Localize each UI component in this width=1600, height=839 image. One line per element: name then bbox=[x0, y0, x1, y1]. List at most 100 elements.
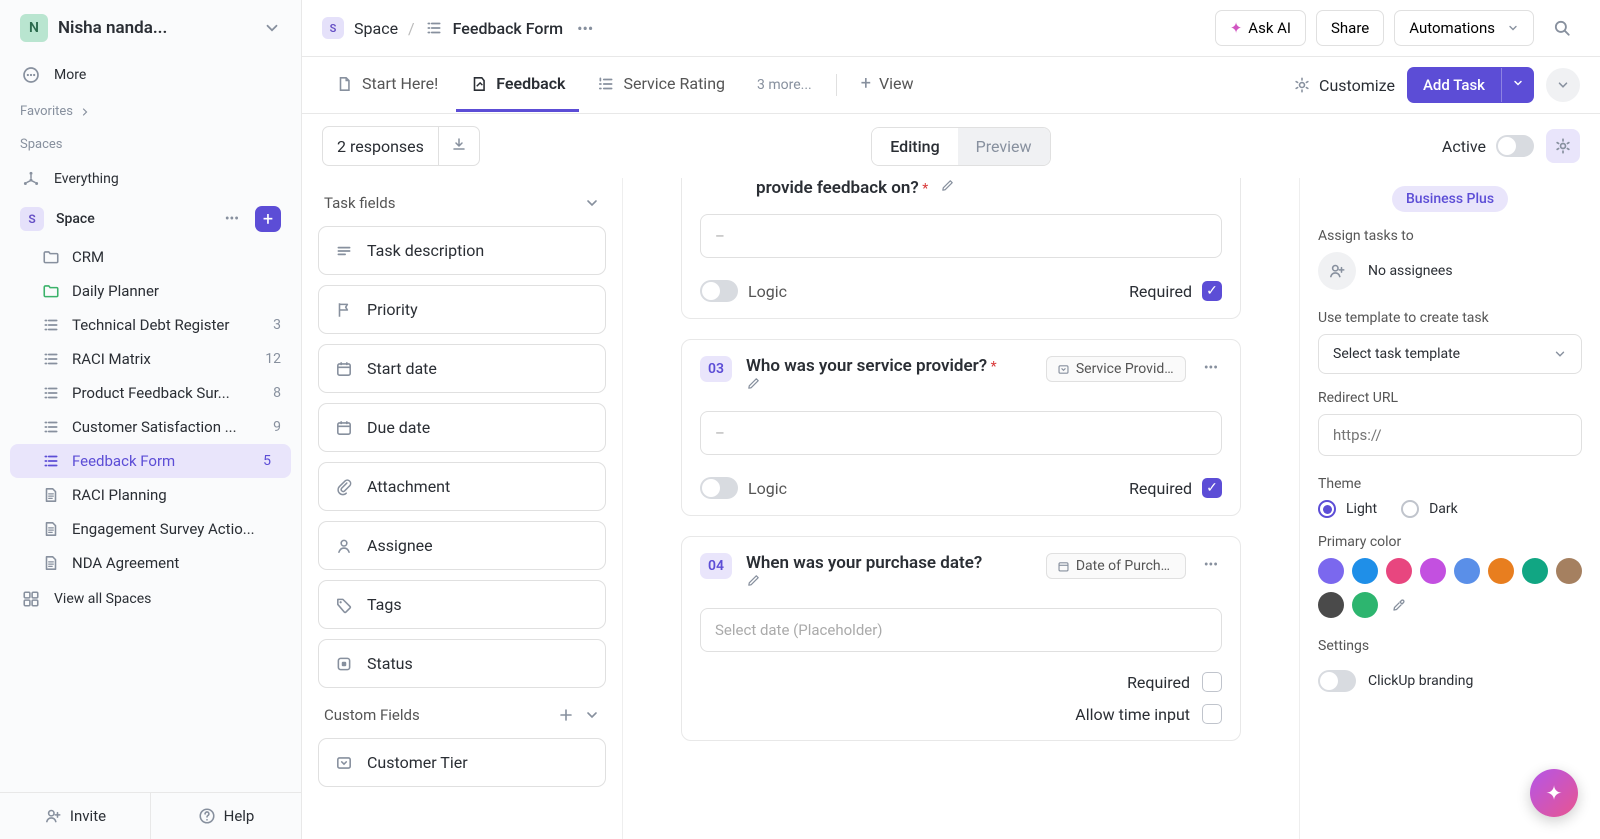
question-block[interactable]: provide feedback on? * – Logic Required … bbox=[681, 178, 1241, 319]
search-button[interactable] bbox=[1544, 10, 1580, 46]
field-priority[interactable]: Priority bbox=[318, 285, 606, 334]
sidebar-item-daily-planner[interactable]: Daily Planner bbox=[0, 274, 301, 308]
add-task-button[interactable]: Add Task bbox=[1407, 67, 1534, 103]
field-task-description[interactable]: Task description bbox=[318, 226, 606, 275]
redirect-label: Redirect URL bbox=[1318, 390, 1582, 406]
tree-item-label: Product Feedback Sur... bbox=[72, 384, 261, 402]
ai-fab-button[interactable]: ✦ bbox=[1530, 769, 1578, 817]
custom-fields-header[interactable]: Custom Fields bbox=[318, 698, 606, 738]
question-menu[interactable]: ••• bbox=[1200, 356, 1222, 380]
breadcrumb-space-chip[interactable]: S bbox=[322, 17, 344, 39]
field-due-date[interactable]: Due date bbox=[318, 403, 606, 452]
help-button[interactable]: Help bbox=[150, 793, 301, 839]
field-start-date[interactable]: Start date bbox=[318, 344, 606, 393]
tree-item-label: Technical Debt Register bbox=[72, 316, 261, 334]
color-swatch[interactable] bbox=[1556, 558, 1582, 584]
color-swatch[interactable] bbox=[1386, 558, 1412, 584]
required-indicator: * bbox=[991, 359, 997, 375]
customize-button[interactable]: Customize bbox=[1293, 76, 1395, 95]
field-tags[interactable]: Tags bbox=[318, 580, 606, 629]
tab-start-here[interactable]: Start Here! bbox=[322, 58, 452, 112]
edit-title-button[interactable] bbox=[746, 576, 761, 592]
custom-color-picker[interactable] bbox=[1386, 592, 1412, 618]
sidebar-item-engagement-survey[interactable]: Engagement Survey Actio... bbox=[0, 512, 301, 546]
sidebar-item-raci-matrix[interactable]: RACI Matrix 12 bbox=[0, 342, 301, 376]
sidebar-item-raci-planning[interactable]: RACI Planning bbox=[0, 478, 301, 512]
sidebar-item-feedback-form[interactable]: Feedback Form 5 bbox=[10, 444, 291, 478]
field-customer-tier[interactable]: Customer Tier bbox=[318, 738, 606, 787]
space-options[interactable]: ••• bbox=[221, 207, 243, 231]
view-overflow-menu[interactable] bbox=[1546, 68, 1580, 102]
redirect-url-input[interactable] bbox=[1318, 414, 1582, 456]
theme-dark-option[interactable]: Dark bbox=[1401, 500, 1458, 518]
branding-setting: ClickUp branding bbox=[1318, 662, 1582, 700]
space-add-button[interactable]: + bbox=[255, 206, 281, 232]
workspace-switcher[interactable]: N Nisha nanda... bbox=[0, 0, 301, 56]
sidebar-more[interactable]: More bbox=[0, 56, 301, 94]
required-checkbox[interactable]: ✓ bbox=[1202, 478, 1222, 498]
required-checkbox[interactable] bbox=[1202, 672, 1222, 692]
question-block[interactable]: 04 When was your purchase date? Date of … bbox=[681, 536, 1241, 741]
preview-tab[interactable]: Preview bbox=[958, 128, 1050, 165]
color-swatch[interactable] bbox=[1318, 592, 1344, 618]
color-swatch[interactable] bbox=[1454, 558, 1480, 584]
edit-title-button[interactable] bbox=[940, 181, 955, 197]
active-switch[interactable] bbox=[1496, 135, 1534, 157]
editing-tab[interactable]: Editing bbox=[872, 128, 957, 165]
sidebar-item-customer-sat[interactable]: Customer Satisfaction ... 9 bbox=[0, 410, 301, 444]
template-select[interactable]: Select task template bbox=[1318, 334, 1582, 374]
sidebar-item-product-feedback[interactable]: Product Feedback Sur... 8 bbox=[0, 376, 301, 410]
sidebar-item-crm[interactable]: CRM bbox=[0, 240, 301, 274]
task-fields-header[interactable]: Task fields bbox=[318, 186, 606, 226]
tree-item-label: Engagement Survey Actio... bbox=[72, 520, 281, 538]
share-button[interactable]: Share bbox=[1316, 10, 1384, 46]
add-assignee-button[interactable] bbox=[1318, 252, 1356, 290]
question-block[interactable]: 03 Who was your service provider? * Serv… bbox=[681, 339, 1241, 516]
field-status[interactable]: Status bbox=[318, 639, 606, 688]
color-swatch[interactable] bbox=[1420, 558, 1446, 584]
field-attachment[interactable]: Attachment bbox=[318, 462, 606, 511]
required-checkbox[interactable]: ✓ bbox=[1202, 281, 1222, 301]
space-header[interactable]: S Space ••• + bbox=[0, 198, 301, 240]
favorites-section[interactable]: Favorites bbox=[0, 94, 301, 125]
tab-service-rating[interactable]: Service Rating bbox=[583, 58, 739, 112]
add-task-dropdown[interactable] bbox=[1501, 68, 1534, 102]
color-swatch[interactable] bbox=[1522, 558, 1548, 584]
breadcrumb-page[interactable]: Feedback Form bbox=[453, 19, 563, 38]
branding-toggle[interactable] bbox=[1318, 670, 1356, 692]
plus-icon[interactable] bbox=[558, 707, 574, 723]
color-swatch[interactable] bbox=[1488, 558, 1514, 584]
color-swatch[interactable] bbox=[1352, 558, 1378, 584]
view-all-spaces[interactable]: View all Spaces bbox=[0, 580, 301, 618]
field-type-badge[interactable]: Service Provider bbox=[1046, 356, 1186, 382]
color-swatch[interactable] bbox=[1318, 558, 1344, 584]
responses-badge[interactable]: 2 responses bbox=[322, 126, 480, 166]
logic-toggle[interactable] bbox=[700, 477, 738, 499]
calendar-icon bbox=[335, 360, 353, 378]
breadcrumb-options[interactable]: ••• bbox=[573, 15, 597, 42]
breadcrumb-space[interactable]: Space bbox=[354, 19, 398, 38]
form-canvas: provide feedback on? * – Logic Required … bbox=[622, 178, 1300, 839]
invite-button[interactable]: Invite bbox=[0, 793, 150, 839]
plan-badge[interactable]: Business Plus bbox=[1392, 186, 1508, 212]
add-task-label[interactable]: Add Task bbox=[1407, 67, 1501, 103]
ask-ai-button[interactable]: ✦ Ask AI bbox=[1215, 10, 1306, 46]
tabs-more[interactable]: 3 more... bbox=[743, 61, 826, 109]
automations-button[interactable]: Automations bbox=[1394, 10, 1534, 46]
edit-title-button[interactable] bbox=[746, 379, 761, 395]
sidebar-item-tech-debt[interactable]: Technical Debt Register 3 bbox=[0, 308, 301, 342]
form-settings-button[interactable] bbox=[1546, 129, 1580, 163]
gear-icon bbox=[1554, 137, 1572, 155]
theme-light-option[interactable]: Light bbox=[1318, 500, 1377, 518]
tab-feedback[interactable]: Feedback bbox=[456, 58, 579, 112]
add-view-button[interactable]: + View bbox=[847, 57, 928, 113]
color-swatch[interactable] bbox=[1352, 592, 1378, 618]
allow-time-checkbox[interactable] bbox=[1202, 704, 1222, 724]
logic-toggle[interactable] bbox=[700, 280, 738, 302]
sidebar-everything[interactable]: Everything bbox=[0, 160, 301, 198]
field-type-badge[interactable]: Date of Purcha... bbox=[1046, 553, 1186, 579]
field-assignee[interactable]: Assignee bbox=[318, 521, 606, 570]
question-menu[interactable]: ••• bbox=[1200, 553, 1222, 577]
download-responses[interactable] bbox=[438, 127, 479, 165]
sidebar-item-nda[interactable]: NDA Agreement bbox=[0, 546, 301, 580]
